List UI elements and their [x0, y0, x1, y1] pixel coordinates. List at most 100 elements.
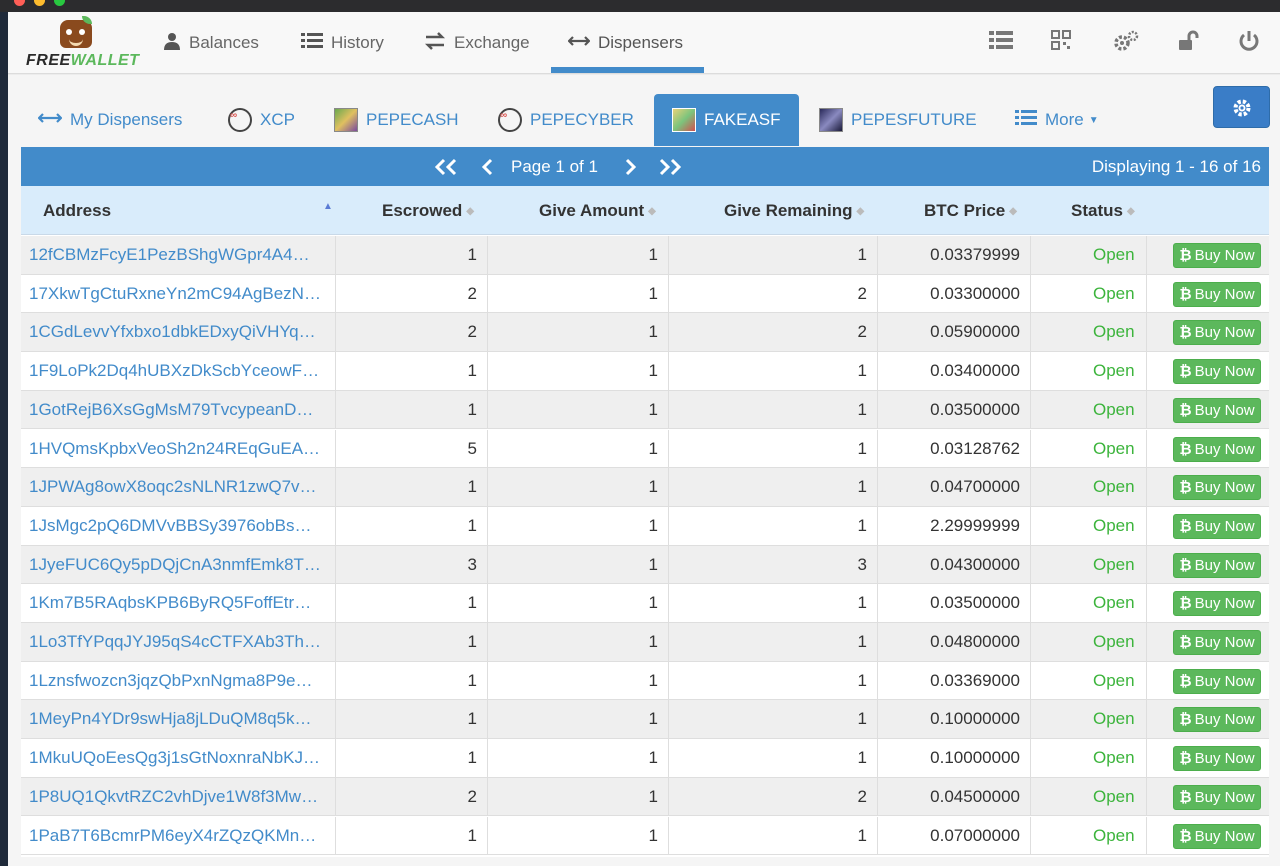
qrcode-icon[interactable]	[1048, 30, 1074, 56]
bitcoin-icon: ₿	[1179, 517, 1192, 535]
buy-now-label: Buy Now	[1194, 750, 1255, 768]
column-header-give-remaining[interactable]: Give Remaining ◆	[724, 186, 864, 235]
address-link[interactable]: 12fCBMzFcyE1PezBShgWGpr4A4…	[21, 236, 336, 274]
give-amount-cell: 1	[488, 236, 669, 274]
tab-pepecash[interactable]: PEPECASH	[334, 94, 459, 146]
buy-now-button[interactable]: ₿ Buy Now	[1173, 359, 1261, 385]
sort-icon: ◆	[1009, 206, 1017, 218]
status-cell: Open	[1031, 468, 1147, 507]
address-link[interactable]: 1JsMgc2pQ6DMVvBBSy3976obBs…	[21, 506, 336, 545]
list-icon[interactable]	[988, 30, 1014, 56]
buy-now-button[interactable]: ₿ Buy Now	[1173, 397, 1261, 423]
tab-more-dropdown[interactable]: More ▼	[1015, 94, 1099, 146]
escrowed-cell: 1	[336, 236, 488, 274]
bitcoin-icon: ₿	[1179, 711, 1192, 729]
last-page-icon[interactable]	[657, 147, 683, 186]
bitcoin-icon: ₿	[1179, 247, 1192, 264]
unlock-icon[interactable]	[1175, 30, 1201, 56]
give-amount-cell: 1	[488, 700, 669, 739]
give-remaining-cell: 1	[669, 623, 878, 661]
previous-page-icon[interactable]	[481, 147, 495, 186]
buy-now-label: Buy Now	[1194, 247, 1255, 264]
address-link[interactable]: 1Lo3TfYPqqJYJ95qS4cCTFXAb3Th…	[21, 623, 336, 661]
first-page-icon[interactable]	[433, 147, 459, 186]
pepecash-token-icon	[334, 108, 358, 132]
page-indicator: Page 1 of 1	[511, 157, 598, 176]
address-link[interactable]: 1Lznsfwozcn3jqzQbPxnNgma8P9e…	[21, 661, 336, 700]
tab-fakeasf[interactable]: FAKEASF	[654, 94, 799, 146]
column-header-escrowed[interactable]: Escrowed ◆	[382, 186, 474, 235]
btc-price-cell: 0.04300000	[878, 545, 1031, 584]
buy-now-button[interactable]: ₿ Buy Now	[1173, 630, 1261, 655]
buy-now-button[interactable]: ₿ Buy Now	[1173, 823, 1261, 849]
freewallet-logo[interactable]: FREEWALLET	[24, 16, 139, 70]
table-row: 1HVQmsKpbxVeoSh2n24REqGuEA… 5 1 1 0.03128762…	[21, 429, 1269, 469]
zoom-window-button[interactable]	[54, 0, 65, 6]
address-link[interactable]: 1PaB7T6BcmrPM6eyX4rZQzQKMn…	[21, 816, 336, 855]
pepecyber-token-icon: ∞	[498, 108, 522, 132]
buy-now-button[interactable]: ₿ Buy Now	[1173, 552, 1261, 578]
sort-icon: ◆	[856, 206, 865, 218]
bitcoin-icon: ₿	[1179, 750, 1192, 768]
buy-now-button[interactable]: ₿ Buy Now	[1173, 784, 1261, 810]
status-cell: Open	[1031, 274, 1147, 313]
address-link[interactable]: 1F9LoPk2Dq4hUBXzDkScbYceowF…	[21, 352, 336, 391]
tab-my-dispensers[interactable]: My Dispensers	[37, 94, 182, 146]
column-header-status[interactable]: Status ◆	[1071, 186, 1135, 235]
nav-dispensers[interactable]: Dispensers	[567, 12, 683, 74]
nav-exchange[interactable]: Exchange	[424, 12, 530, 74]
address-link[interactable]: 1MkuUQoEesQg3j1sGtNoxnraNbKJ…	[21, 739, 336, 778]
nav-history[interactable]: History	[301, 12, 384, 74]
buy-now-label: Buy Now	[1194, 711, 1255, 729]
address-link[interactable]: 1Km7B5RAqbsKPB6ByRQ5FoffEtr…	[21, 584, 336, 623]
address-link[interactable]: 1JyeFUC6Qy5pDQjCnA3nmfEmk8T…	[21, 545, 336, 584]
address-link[interactable]: 1CGdLevvYfxbxo1dbkEDxyQiVHYq…	[21, 313, 336, 352]
buy-now-button[interactable]: ₿ Buy Now	[1173, 746, 1261, 772]
give-remaining-cell: 2	[669, 313, 878, 352]
address-link[interactable]: 17XkwTgCtuRxneYn2mC94AgBezN…	[21, 274, 336, 313]
background-window-strip	[0, 12, 8, 866]
sort-ascending-icon: ▲	[323, 201, 333, 212]
tab-pepesfuture[interactable]: PEPESFUTURE	[819, 94, 977, 146]
status-cell: Open	[1031, 390, 1147, 429]
address-link[interactable]: 1P8UQ1QkvtRZC2vhDjve1W8f3Mw…	[21, 777, 336, 816]
column-header-address[interactable]: Address ▲	[43, 186, 333, 235]
table-row: 1MkuUQoEesQg3j1sGtNoxnraNbKJ… 1 1 1 0.100000…	[21, 739, 1269, 778]
power-icon[interactable]	[1236, 30, 1262, 56]
nav-balances[interactable]: Balances	[163, 12, 259, 74]
tab-pepesfuture-label: PEPESFUTURE	[851, 110, 977, 129]
address-link[interactable]: 1JPWAg8owX8oqc2sNLNR1zwQ7v…	[21, 468, 336, 507]
settings-button[interactable]	[1213, 86, 1270, 128]
address-link[interactable]: 1HVQmsKpbxVeoSh2n24REqGuEA…	[21, 429, 336, 468]
tab-pepecyber[interactable]: ∞ PEPECYBER	[498, 94, 634, 146]
buy-now-button[interactable]: ₿ Buy Now	[1173, 475, 1261, 501]
buy-now-button[interactable]: ₿ Buy Now	[1173, 668, 1261, 694]
dispensers-panel: My Dispensers ∞ XCP PEPECASH ∞ PEPECYBER…	[8, 75, 1280, 866]
table-row: 17XkwTgCtuRxneYn2mC94AgBezN… 2 1 2 0.0330000…	[21, 274, 1269, 314]
column-header-give-amount[interactable]: Give Amount ◆	[539, 186, 656, 235]
caret-down-icon: ▼	[1088, 114, 1099, 126]
tab-xcp[interactable]: ∞ XCP	[228, 94, 295, 146]
column-header-btc-price[interactable]: BTC Price ◆	[924, 186, 1017, 235]
buy-now-button[interactable]: ₿ Buy Now	[1173, 281, 1261, 307]
gears-icon[interactable]	[1113, 30, 1139, 56]
buy-now-button[interactable]: ₿ Buy Now	[1173, 707, 1261, 733]
address-link[interactable]: 1MeyPn4YDr9swHja8jLDuQM8q5k…	[21, 700, 336, 739]
buy-now-button[interactable]: ₿ Buy Now	[1173, 591, 1261, 617]
close-window-button[interactable]	[14, 0, 25, 6]
buy-now-button[interactable]: ₿ Buy Now	[1173, 320, 1261, 346]
buy-now-button[interactable]: ₿ Buy Now	[1173, 513, 1261, 539]
status-cell: Open	[1031, 506, 1147, 545]
table-row: 1Lznsfwozcn3jqzQbPxnNgma8P9e… 1 1 1 0.033690…	[21, 661, 1269, 701]
minimize-window-button[interactable]	[34, 0, 45, 6]
address-link[interactable]: 1GotRejB6XsGgMsM79TvcypeanD…	[21, 390, 336, 429]
next-page-icon[interactable]	[623, 147, 637, 186]
status-cell: Open	[1031, 429, 1147, 468]
escrowed-cell: 1	[336, 739, 488, 778]
nav-history-label: History	[331, 33, 384, 52]
buy-now-button[interactable]: ₿ Buy Now	[1173, 243, 1261, 268]
dispensers-table: Page 1 of 1 Displaying 1 - 16 of 16 Addr…	[21, 147, 1269, 857]
status-cell: Open	[1031, 739, 1147, 778]
buy-now-label: Buy Now	[1194, 440, 1255, 458]
buy-now-button[interactable]: ₿ Buy Now	[1173, 436, 1261, 462]
